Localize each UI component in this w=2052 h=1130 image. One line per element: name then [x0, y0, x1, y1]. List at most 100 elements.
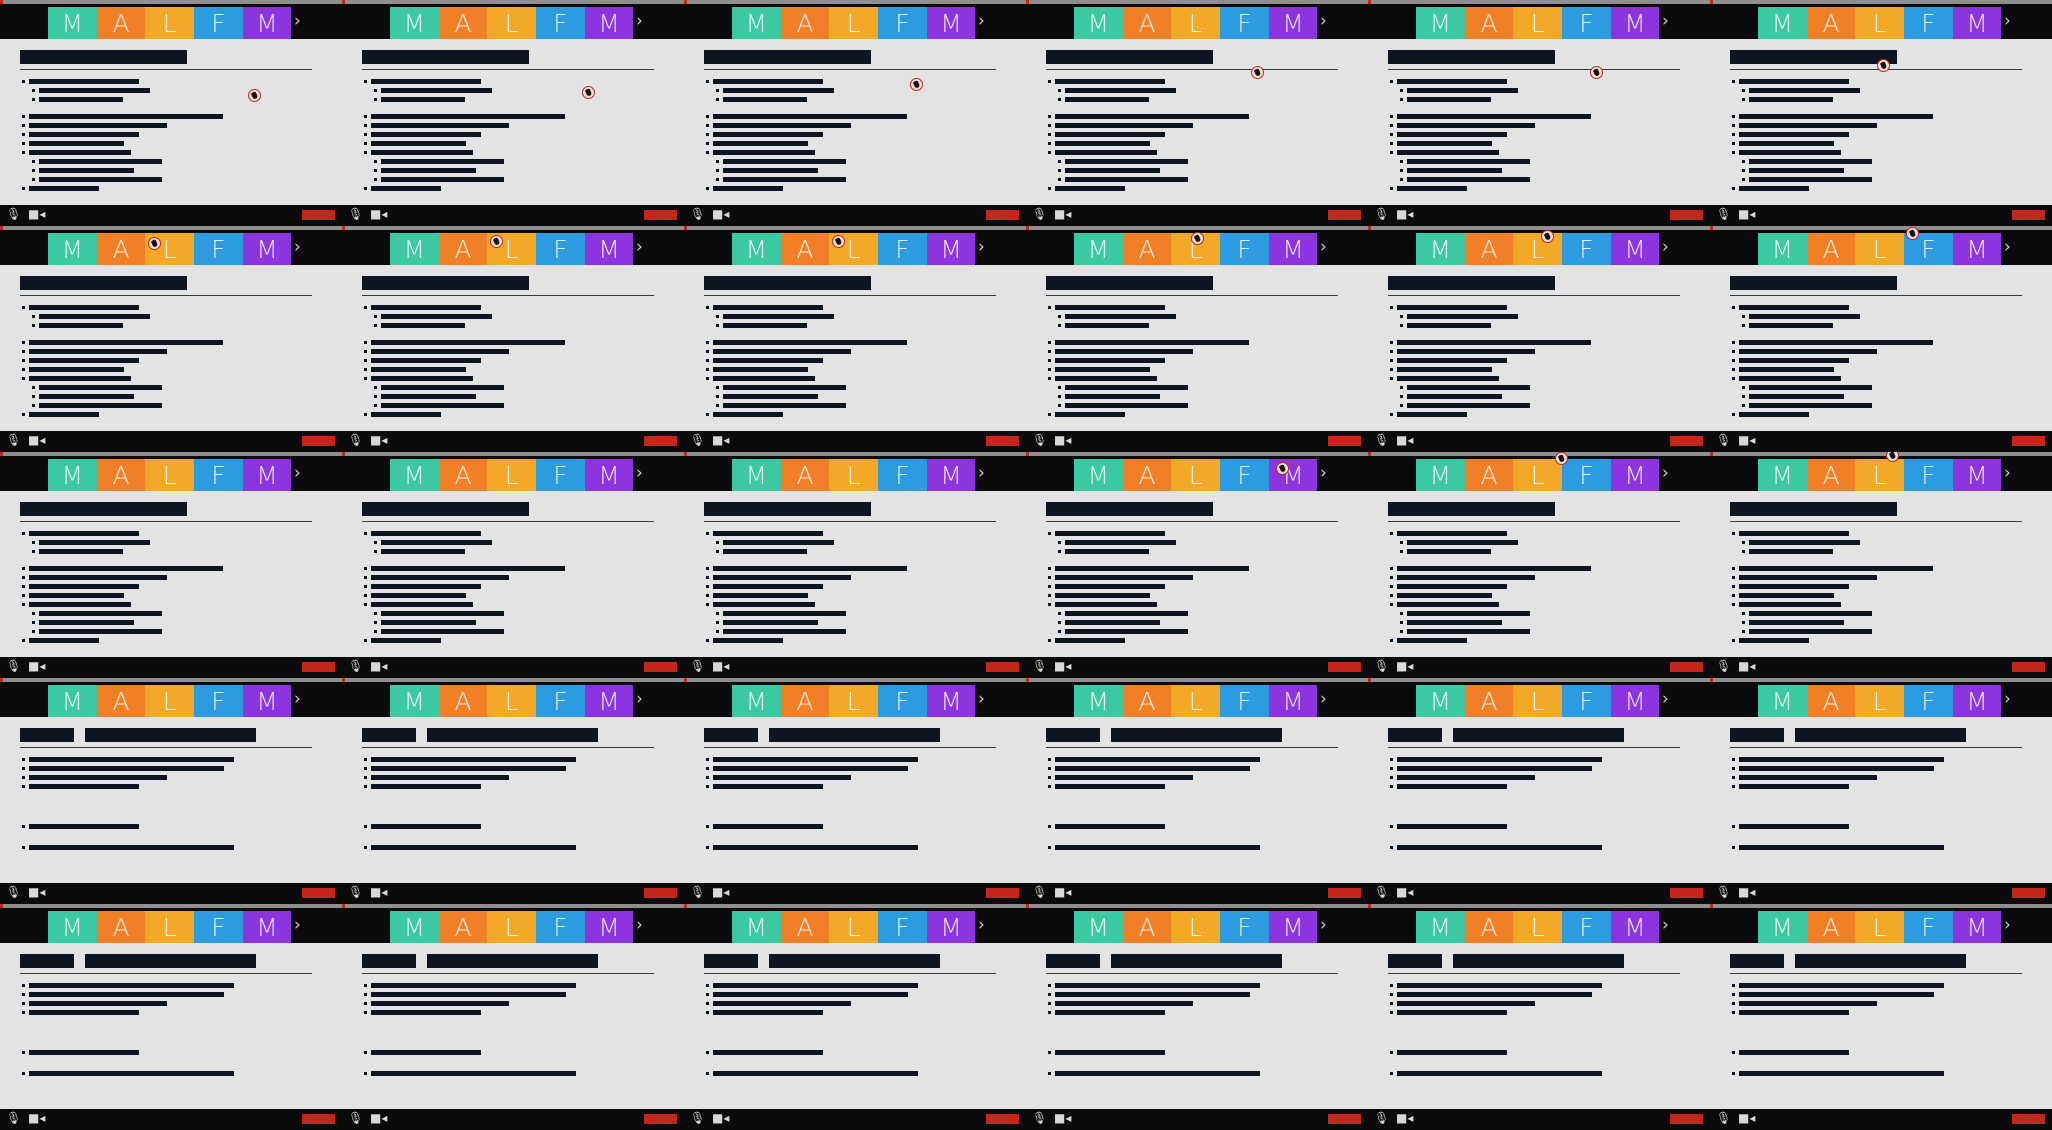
- nav-tab-m[interactable]: M: [732, 459, 781, 491]
- record-button[interactable]: [986, 888, 1019, 898]
- nav-tab-m[interactable]: M: [1758, 459, 1807, 491]
- nav-tab-f[interactable]: F: [878, 459, 927, 491]
- nav-tab-f[interactable]: F: [1562, 459, 1611, 491]
- chevron-right-icon[interactable]: ›: [294, 237, 301, 257]
- chevron-right-icon[interactable]: ›: [294, 463, 301, 483]
- nav-tab-a[interactable]: A: [1464, 685, 1514, 717]
- video-camera-icon[interactable]: ■◂: [1396, 659, 1413, 673]
- video-camera-icon[interactable]: ■◂: [1738, 1111, 1755, 1125]
- microphone-icon[interactable]: 🎙: [1716, 1111, 1731, 1125]
- microphone-icon[interactable]: 🎙: [1374, 659, 1389, 673]
- nav-tab-m[interactable]: M: [584, 233, 634, 265]
- chevron-right-icon[interactable]: ›: [1662, 237, 1669, 257]
- nav-tab-f[interactable]: F: [194, 7, 243, 39]
- nav-tab-f[interactable]: F: [1562, 233, 1611, 265]
- record-button[interactable]: [986, 1114, 1019, 1124]
- video-camera-icon[interactable]: ■◂: [28, 659, 45, 673]
- chevron-right-icon[interactable]: ›: [636, 689, 643, 709]
- video-camera-icon[interactable]: ■◂: [712, 885, 729, 899]
- nav-tab-m[interactable]: M: [1268, 911, 1318, 943]
- chevron-right-icon[interactable]: ›: [978, 237, 985, 257]
- nav-tab-m[interactable]: M: [48, 685, 97, 717]
- nav-tab-m[interactable]: M: [1758, 7, 1807, 39]
- nav-tab-m[interactable]: M: [732, 7, 781, 39]
- nav-tab-f[interactable]: F: [536, 459, 585, 491]
- video-camera-icon[interactable]: ■◂: [370, 1111, 387, 1125]
- video-camera-icon[interactable]: ■◂: [370, 433, 387, 447]
- chevron-right-icon[interactable]: ›: [978, 915, 985, 935]
- microphone-icon[interactable]: 🎙: [348, 207, 363, 221]
- nav-tab-m[interactable]: M: [1416, 233, 1465, 265]
- nav-tab-a[interactable]: A: [780, 911, 830, 943]
- record-button[interactable]: [644, 888, 677, 898]
- nav-tab-m[interactable]: M: [1074, 685, 1123, 717]
- nav-tab-m[interactable]: M: [1074, 7, 1123, 39]
- nav-tab-l[interactable]: L: [1513, 233, 1563, 265]
- record-button[interactable]: [1328, 210, 1361, 220]
- microphone-icon[interactable]: 🎙: [1374, 885, 1389, 899]
- nav-tab-l[interactable]: L: [1855, 7, 1905, 39]
- nav-tab-m[interactable]: M: [1758, 911, 1807, 943]
- video-camera-icon[interactable]: ■◂: [1738, 433, 1755, 447]
- nav-tab-f[interactable]: F: [536, 233, 585, 265]
- chevron-right-icon[interactable]: ›: [1320, 237, 1327, 257]
- video-camera-icon[interactable]: ■◂: [1738, 207, 1755, 221]
- nav-tab-l[interactable]: L: [1855, 911, 1905, 943]
- nav-tab-m[interactable]: M: [732, 233, 781, 265]
- nav-tab-m[interactable]: M: [926, 7, 976, 39]
- nav-tab-a[interactable]: A: [1122, 459, 1172, 491]
- video-camera-icon[interactable]: ■◂: [1396, 1111, 1413, 1125]
- nav-tab-a[interactable]: A: [780, 7, 830, 39]
- record-button[interactable]: [644, 1114, 677, 1124]
- nav-tab-m[interactable]: M: [48, 233, 97, 265]
- record-button[interactable]: [302, 436, 335, 446]
- record-button[interactable]: [1670, 436, 1703, 446]
- nav-tab-m[interactable]: M: [1952, 7, 2002, 39]
- microphone-icon[interactable]: 🎙: [348, 433, 363, 447]
- video-camera-icon[interactable]: ■◂: [370, 659, 387, 673]
- microphone-icon[interactable]: 🎙: [348, 885, 363, 899]
- nav-tab-f[interactable]: F: [1220, 911, 1269, 943]
- nav-tab-m[interactable]: M: [584, 911, 634, 943]
- nav-tab-l[interactable]: L: [1171, 911, 1221, 943]
- video-camera-icon[interactable]: ■◂: [1054, 1111, 1071, 1125]
- nav-tab-a[interactable]: A: [96, 911, 146, 943]
- nav-tab-f[interactable]: F: [878, 911, 927, 943]
- nav-tab-f[interactable]: F: [536, 685, 585, 717]
- microphone-icon[interactable]: 🎙: [1716, 659, 1731, 673]
- microphone-icon[interactable]: 🎙: [1032, 207, 1047, 221]
- video-camera-icon[interactable]: ■◂: [712, 207, 729, 221]
- nav-tab-m[interactable]: M: [390, 459, 439, 491]
- nav-tab-m[interactable]: M: [1610, 685, 1660, 717]
- record-button[interactable]: [302, 1114, 335, 1124]
- nav-tab-m[interactable]: M: [390, 233, 439, 265]
- nav-tab-a[interactable]: A: [1806, 685, 1856, 717]
- chevron-right-icon[interactable]: ›: [2004, 915, 2011, 935]
- nav-tab-a[interactable]: A: [780, 459, 830, 491]
- nav-tab-m[interactable]: M: [1952, 685, 2002, 717]
- nav-tab-f[interactable]: F: [1220, 233, 1269, 265]
- video-camera-icon[interactable]: ■◂: [28, 207, 45, 221]
- nav-tab-a[interactable]: A: [1806, 459, 1856, 491]
- chevron-right-icon[interactable]: ›: [978, 11, 985, 31]
- microphone-icon[interactable]: 🎙: [6, 659, 21, 673]
- microphone-icon[interactable]: 🎙: [690, 207, 705, 221]
- chevron-right-icon[interactable]: ›: [1320, 915, 1327, 935]
- record-button[interactable]: [1670, 210, 1703, 220]
- record-button[interactable]: [1328, 1114, 1361, 1124]
- chevron-right-icon[interactable]: ›: [294, 689, 301, 709]
- nav-tab-m[interactable]: M: [242, 911, 292, 943]
- video-camera-icon[interactable]: ■◂: [1396, 885, 1413, 899]
- video-camera-icon[interactable]: ■◂: [1396, 207, 1413, 221]
- microphone-icon[interactable]: 🎙: [1032, 659, 1047, 673]
- chevron-right-icon[interactable]: ›: [1662, 11, 1669, 31]
- video-camera-icon[interactable]: ■◂: [1738, 885, 1755, 899]
- nav-tab-m[interactable]: M: [584, 7, 634, 39]
- nav-tab-m[interactable]: M: [1268, 459, 1318, 491]
- microphone-icon[interactable]: 🎙: [1374, 207, 1389, 221]
- video-camera-icon[interactable]: ■◂: [28, 885, 45, 899]
- record-button[interactable]: [986, 436, 1019, 446]
- nav-tab-a[interactable]: A: [96, 685, 146, 717]
- video-camera-icon[interactable]: ■◂: [370, 207, 387, 221]
- nav-tab-l[interactable]: L: [1513, 685, 1563, 717]
